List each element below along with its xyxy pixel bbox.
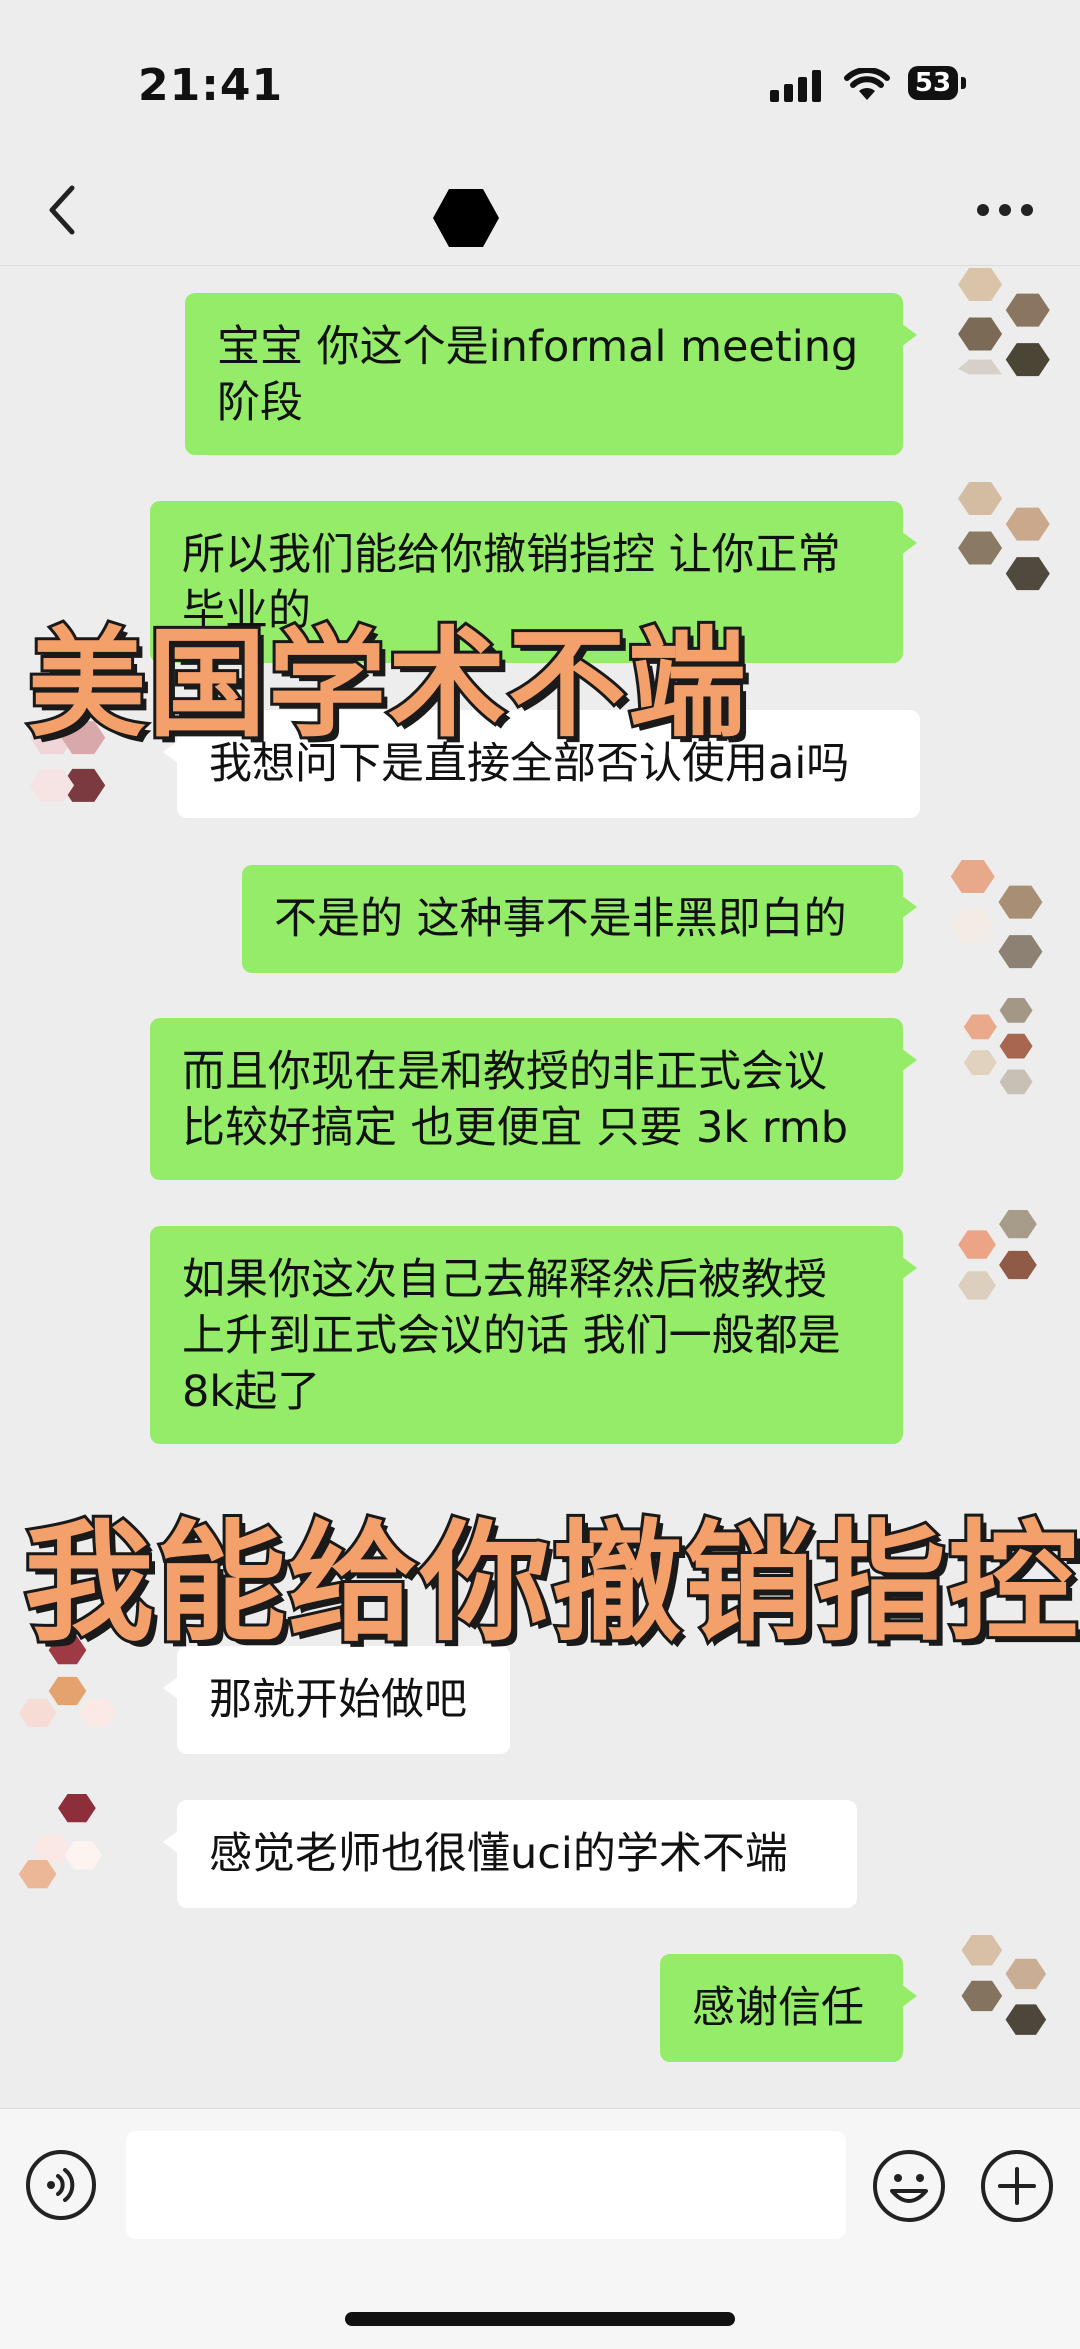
- signal-icon: [770, 70, 821, 102]
- message-bubble-outgoing[interactable]: 而且你现在是和教授的非正式会议 比较好搞定 也更便宜 只要 3k rmb: [150, 1018, 917, 1180]
- emoji-icon[interactable]: [872, 2149, 946, 2223]
- status-time: 21:41: [138, 60, 284, 111]
- message-bubble-outgoing[interactable]: 不是的 这种事不是非黑即白的: [242, 865, 917, 973]
- chevron-left-icon[interactable]: [42, 180, 82, 240]
- wifi-icon: [844, 68, 890, 100]
- contact-avatar-icon[interactable]: [18, 1794, 128, 1904]
- status-bar: 21:41 53: [0, 0, 1080, 170]
- own-avatar-icon[interactable]: [948, 998, 1058, 1108]
- battery-icon: 53: [908, 66, 966, 100]
- voice-icon[interactable]: [25, 2149, 97, 2221]
- hexagon-avatar-icon: [433, 189, 499, 247]
- plus-icon[interactable]: [980, 2149, 1054, 2223]
- chat-screen: 21:41 53 宝宝 你这个是informal meeting 阶段 所以我们…: [0, 0, 1080, 2349]
- message-bubble-outgoing[interactable]: 如果你这次自己去解释然后被教授 上升到正式会议的话 我们一般都是 8k起了: [150, 1226, 917, 1444]
- message-input[interactable]: [126, 2131, 846, 2239]
- message-bubble-outgoing[interactable]: 感谢信任: [660, 1954, 917, 2062]
- status-icons: 53: [770, 66, 990, 106]
- own-avatar-icon[interactable]: [948, 1210, 1058, 1320]
- overlay-caption-top: 美国学术不端: [25, 612, 749, 756]
- overlay-caption-bottom: 我能给你撤销指控: [21, 1504, 1080, 1662]
- own-avatar-icon[interactable]: [948, 860, 1058, 970]
- own-avatar-icon[interactable]: [948, 268, 1058, 378]
- more-icon[interactable]: [975, 200, 1035, 220]
- own-avatar-icon[interactable]: [948, 482, 1058, 592]
- message-bubble-incoming[interactable]: 感觉老师也很懂uci的学术不端: [163, 1800, 857, 1908]
- own-avatar-icon[interactable]: [948, 1935, 1058, 2045]
- home-indicator[interactable]: [345, 2312, 735, 2326]
- chat-header: [0, 170, 1080, 266]
- message-bubble-outgoing[interactable]: 宝宝 你这个是informal meeting 阶段: [185, 293, 917, 455]
